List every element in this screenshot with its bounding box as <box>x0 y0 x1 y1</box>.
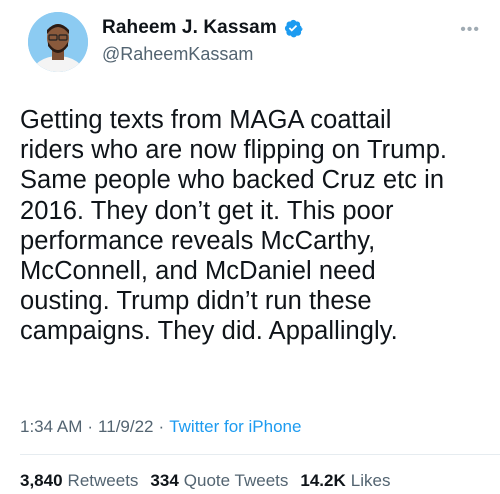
display-name-row: Raheem J. Kassam <box>102 14 303 42</box>
likes-stat[interactable]: 14.2K Likes <box>300 471 390 491</box>
display-name[interactable]: Raheem J. Kassam <box>102 17 277 39</box>
quote-tweets-label: Quote Tweets <box>183 471 289 490</box>
author-handle[interactable]: @RaheemKassam <box>102 44 303 65</box>
quote-tweets-count: 334 <box>150 471 179 490</box>
avatar-image <box>28 12 88 72</box>
more-options-icon[interactable]: ••• <box>460 22 480 38</box>
quote-tweets-stat[interactable]: 334 Quote Tweets <box>150 471 288 491</box>
tweet-stats: 3,840 Retweets 334 Quote Tweets 14.2K Likes <box>20 471 402 491</box>
tweet-meta: 1:34 AM · 11/9/22 · Twitter for iPhone <box>20 417 301 437</box>
meta-separator: · <box>158 417 165 436</box>
likes-label: Likes <box>350 471 391 490</box>
tweet-time[interactable]: 1:34 AM <box>20 417 82 437</box>
retweets-count: 3,840 <box>20 471 63 490</box>
tweet-source-link[interactable]: Twitter for iPhone <box>169 417 301 437</box>
verified-badge-icon <box>283 18 303 38</box>
avatar[interactable] <box>28 12 88 72</box>
retweets-stat[interactable]: 3,840 Retweets <box>20 471 138 491</box>
author-names: Raheem J. Kassam @RaheemKassam <box>102 14 303 65</box>
likes-count: 14.2K <box>300 471 346 490</box>
retweets-label: Retweets <box>67 471 139 490</box>
tweet-date[interactable]: 11/9/22 <box>98 417 153 437</box>
divider <box>20 454 500 455</box>
tweet-card: Raheem J. Kassam @RaheemKassam ••• Getti… <box>0 0 500 494</box>
meta-separator: · <box>87 417 94 436</box>
tweet-header: Raheem J. Kassam @RaheemKassam ••• <box>26 10 480 74</box>
tweet-text: Getting texts from MAGA coattail riders … <box>20 106 448 346</box>
